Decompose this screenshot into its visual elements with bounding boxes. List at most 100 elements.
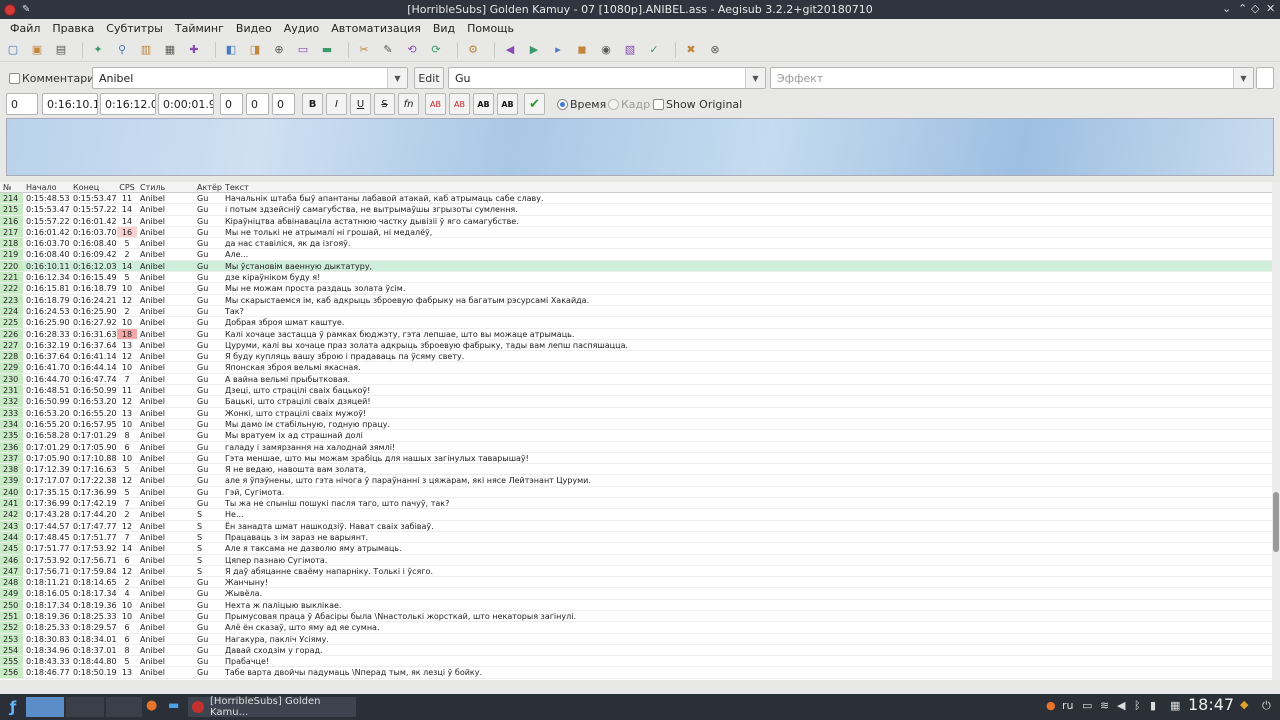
attach-icon[interactable]: ◨ [246, 41, 264, 59]
col-start[interactable]: Начало [23, 182, 70, 192]
edit-style-button[interactable]: Edit [414, 67, 444, 89]
menu-file[interactable]: Файл [4, 22, 46, 35]
table-row[interactable]: 220 0:16:10.11 0:16:12.03 14 Anibel Gu Мы ўста… [0, 260, 1272, 273]
user-avatar-icon[interactable]: ◆ [1240, 698, 1248, 711]
duration-field[interactable]: 0:00:01.92 [158, 93, 214, 115]
table-row[interactable]: 238 0:17:12.39 0:17:16.63 5 Anibel Gu Я не вед… [0, 464, 1272, 476]
check-icon[interactable]: ✓ [645, 41, 663, 59]
bluetooth-icon[interactable]: ᛒ [1134, 699, 1141, 712]
title-bar[interactable]: ✎ [HorribleSubs] Golden Kamuy - 07 [1080… [0, 0, 1280, 19]
table-row[interactable]: 249 0:18:16.05 0:18:17.34 4 Anibel Gu Жывёла. [0, 588, 1272, 600]
table-row[interactable]: 252 0:18:25.33 0:18:29.57 6 Anibel Gu Алё ён с… [0, 622, 1272, 634]
save-icon[interactable]: ▤ [52, 41, 70, 59]
vsync-icon[interactable]: ▶ [525, 41, 543, 59]
menu-automation[interactable]: Автоматизация [325, 22, 427, 35]
frame-icon[interactable]: ◼ [573, 41, 591, 59]
bold-button[interactable]: B [302, 93, 323, 115]
table-row[interactable]: 225 0:16:25.90 0:16:27.92 10 Anibel Gu Добрая … [0, 317, 1272, 329]
kanji-icon[interactable]: ⟲ [403, 41, 421, 59]
copy-icon[interactable]: ▦ [161, 41, 179, 59]
margin-right-field[interactable]: 0 [246, 93, 269, 115]
table-row[interactable]: 214 0:15:48.53 0:15:53.47 11 Anibel Gu Начальн… [0, 193, 1272, 205]
layer-field[interactable]: 0 [6, 93, 38, 115]
chevron-down-icon[interactable]: ▼ [387, 68, 407, 88]
menu-help[interactable]: Помощь [461, 22, 520, 35]
menu-timing[interactable]: Тайминг [169, 22, 230, 35]
outline-color-button[interactable]: AB [473, 93, 494, 115]
table-row[interactable]: 232 0:16:50.99 0:16:53.20 12 Anibel Gu Бацькі,… [0, 396, 1272, 408]
subtitle-text-editor[interactable] [6, 118, 1274, 176]
fonts-icon[interactable]: ▧ [621, 41, 639, 59]
workspace-3[interactable] [106, 697, 142, 717]
menu-audio[interactable]: Аудио [278, 22, 326, 35]
margin-left-field[interactable]: 0 [220, 93, 243, 115]
table-row[interactable]: 247 0:17:56.71 0:17:59.84 12 Anibel S Я даў аб… [0, 565, 1272, 578]
start-time-field[interactable]: 0:16:10.11 [42, 93, 98, 115]
chevron-down-icon[interactable]: ▼ [1233, 68, 1253, 88]
table-row[interactable]: 240 0:17:35.15 0:17:36.99 5 Anibel Gu Гэй, Суг… [0, 486, 1272, 499]
maximize-icon[interactable]: ⌃ [1238, 2, 1247, 15]
chevron-down-icon[interactable]: ▼ [745, 68, 765, 88]
spellcheck-icon[interactable]: ✂ [355, 41, 373, 59]
options-icon[interactable]: ✖ [682, 41, 700, 59]
table-row[interactable]: 242 0:17:43.28 0:17:44.20 2 Anibel S Не... [0, 509, 1272, 521]
table-row[interactable]: 246 0:17:53.92 0:17:56.71 6 Anibel S Цяпер паз… [0, 554, 1272, 566]
table-row[interactable]: 253 0:18:30.83 0:18:34.01 6 Anibel Gu Нагакура… [0, 633, 1272, 645]
start-menu-icon[interactable]: ƒ [2, 696, 24, 718]
table-row[interactable]: 219 0:16:08.40 0:16:09.42 2 Anibel Gu Але... [0, 249, 1272, 261]
table-row[interactable]: 256 0:18:46.77 0:18:50.19 13 Anibel Gu Табе ва… [0, 667, 1272, 679]
keyboard-layout[interactable]: ru [1062, 699, 1074, 712]
resample-icon[interactable]: ▬ [318, 41, 336, 59]
table-row[interactable]: 233 0:16:53.20 0:16:55.20 13 Anibel Gu Жонкі, … [0, 407, 1272, 419]
menu-edit[interactable]: Правка [46, 22, 100, 35]
shift-icon[interactable]: ◀ [501, 41, 519, 59]
grid-scrollbar[interactable] [1272, 182, 1280, 680]
power-icon[interactable]: ⏻ [1262, 699, 1271, 713]
table-row[interactable]: 224 0:16:24.53 0:16:25.90 2 Anibel Gu Так? [0, 305, 1272, 318]
file-manager-icon[interactable]: ▬ [168, 698, 179, 712]
table-row[interactable]: 241 0:17:36.99 0:17:42.19 7 Anibel Gu Ты жа не… [0, 498, 1272, 510]
table-row[interactable]: 223 0:16:18.79 0:16:24.21 12 Anibel Gu Мы скар… [0, 294, 1272, 306]
clock[interactable]: 18:47 [1188, 695, 1234, 714]
table-row[interactable]: 255 0:18:43.33 0:18:44.80 5 Anibel Gu Прабачце… [0, 656, 1272, 668]
pin-icon[interactable]: ✎ [22, 4, 30, 15]
snap-icon[interactable]: ▸ [549, 41, 567, 59]
new-file-icon[interactable]: ▢ [4, 41, 22, 59]
comment-checkbox[interactable] [9, 73, 20, 84]
jump-icon[interactable]: ✦ [89, 41, 107, 59]
table-row[interactable]: 215 0:15:53.47 0:15:57.22 14 Anibel Gu і потым… [0, 204, 1272, 216]
secondary-color-button[interactable]: AB [449, 93, 470, 115]
network-icon[interactable]: ≋ [1100, 699, 1109, 712]
italic-button[interactable]: I [326, 93, 347, 115]
menu-subtitle[interactable]: Субтитры [100, 22, 169, 35]
table-row[interactable]: 250 0:18:17.34 0:18:19.36 10 Anibel Gu Нехта ж… [0, 599, 1272, 611]
menu-view[interactable]: Вид [427, 22, 461, 35]
col-style[interactable]: Стиль [137, 182, 194, 192]
table-row[interactable]: 234 0:16:55.20 0:16:57.95 10 Anibel Gu Мы дамо… [0, 418, 1272, 431]
table-row[interactable]: 237 0:17:05.90 0:17:10.88 10 Anibel Gu Гэта ме… [0, 452, 1272, 465]
timing-icon[interactable]: ⟳ [427, 41, 445, 59]
subtitle-grid[interactable]: № Начало Конец CPS Стиль Актёр Текст 214… [0, 182, 1272, 680]
scrollbar-thumb[interactable] [1273, 492, 1279, 552]
minimize-icon[interactable]: ⌄ [1222, 2, 1231, 15]
update-icon[interactable]: ● [1046, 699, 1056, 712]
table-row[interactable]: 248 0:18:11.21 0:18:14.65 2 Anibel Gu Жанчыну! [0, 577, 1272, 589]
paste-icon[interactable]: ✚ [185, 41, 203, 59]
table-row[interactable]: 226 0:16:28.33 0:16:31.63 18 Anibel Gu Калі хо… [0, 328, 1272, 340]
table-row[interactable]: 227 0:16:32.19 0:16:37.64 13 Anibel Gu Цуруми,… [0, 339, 1272, 352]
help-icon[interactable]: ⊗ [706, 41, 724, 59]
shade-icon[interactable]: ◇ [1251, 2, 1259, 15]
table-row[interactable]: 235 0:16:58.28 0:17:01.29 8 Anibel Gu Мы врату… [0, 430, 1272, 442]
table-row[interactable]: 221 0:16:12.34 0:16:15.49 5 Anibel Gu дзе кіра… [0, 272, 1272, 284]
frame-radio[interactable] [608, 99, 619, 110]
volume-icon[interactable]: ◀ [1117, 699, 1125, 712]
table-row[interactable]: 243 0:17:44.57 0:17:47.77 12 Anibel S Ён занад… [0, 520, 1272, 532]
col-number[interactable]: № [0, 182, 23, 192]
actor-combo[interactable]: Gu ▼ [448, 67, 766, 89]
commit-button[interactable]: ✔ [524, 93, 545, 115]
col-end[interactable]: Конец [70, 182, 117, 192]
table-row[interactable]: 218 0:16:03.70 0:16:08.40 5 Anibel Gu да нас с… [0, 238, 1272, 250]
translation-icon[interactable]: ⊕ [270, 41, 288, 59]
margin-vertical-field[interactable]: 0 [272, 93, 295, 115]
table-row[interactable]: 254 0:18:34.96 0:18:37.01 8 Anibel Gu Давай сх… [0, 644, 1272, 657]
